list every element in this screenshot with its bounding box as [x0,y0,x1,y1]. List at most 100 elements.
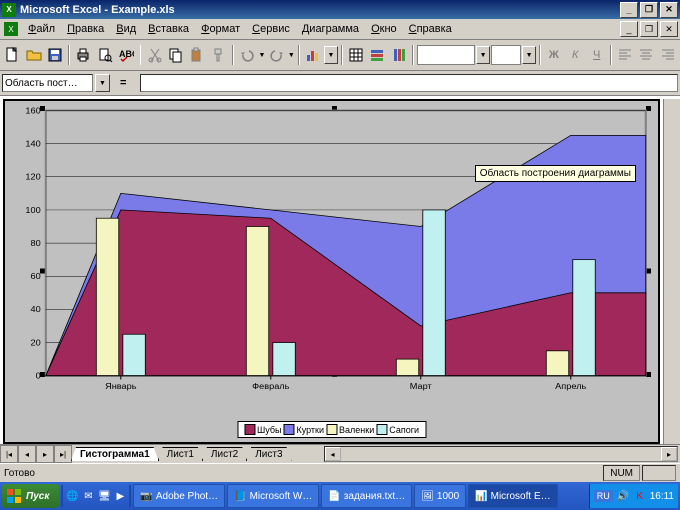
quicklaunch-icon[interactable]: 🌐 [65,489,79,503]
print-button[interactable] [73,44,93,67]
close-button[interactable]: ✕ [660,2,678,18]
name-box[interactable]: Область пост… [2,74,93,92]
italic-button[interactable]: К [565,44,585,67]
tab-nav-first[interactable]: |◂ [0,445,18,463]
status-bar: Готово NUM [0,463,680,482]
tray-icon[interactable]: K [633,489,647,503]
formula-bar: Область пост… ▼ = [0,71,680,96]
sheet-tab-bar: |◂ ◂ ▸ ▸| Гистограмма1 Лист1 Лист2 Лист3… [0,444,680,463]
undo-dropdown[interactable]: ▼ [258,52,265,59]
chart-wizard-button[interactable] [303,44,323,67]
chart-type-dropdown[interactable]: ▼ [324,46,337,64]
by-row-button[interactable] [367,44,387,67]
cut-button[interactable] [144,44,164,67]
data-table-button[interactable] [346,44,366,67]
save-button[interactable] [45,44,65,67]
print-preview-button[interactable] [95,44,115,67]
status-text: Готово [4,468,35,479]
restore-button[interactable]: ❐ [640,2,658,18]
underline-button[interactable]: Ч [586,44,606,67]
menu-tools[interactable]: Сервис [246,21,296,37]
fontsize-dropdown[interactable]: ▼ [522,46,535,64]
status-pane [642,465,676,481]
scroll-left-button[interactable]: ◂ [325,447,341,461]
taskbar: Пуск 🌐 ✉ 🖥 ▶ 📷Adobe Phot… 📘Microsoft W… … [0,482,680,510]
paste-button[interactable] [187,44,207,67]
quicklaunch-icon[interactable]: ✉ [81,489,95,503]
language-indicator[interactable]: RU [594,490,613,502]
menu-chart[interactable]: Диаграмма [296,21,365,37]
tray-icon[interactable]: 🔊 [616,489,630,503]
legend-label: Сапоги [389,425,419,435]
windows-logo-icon [6,488,22,504]
sheet-tab[interactable]: Лист3 [246,447,291,461]
menu-file[interactable]: Файл [22,21,61,37]
doc-minimize-button[interactable]: _ [620,21,638,37]
align-center-button[interactable] [636,44,656,67]
app-title: Microsoft Excel - Example.xls [20,4,618,16]
namebox-dropdown[interactable]: ▼ [95,74,110,92]
new-button[interactable] [2,44,22,67]
redo-dropdown[interactable]: ▼ [288,52,295,59]
quicklaunch-icon[interactable]: 🖥 [97,489,111,503]
formula-equals: = [120,77,126,89]
sheet-tab[interactable]: Лист2 [202,447,247,461]
bold-button[interactable]: Ж [544,44,564,67]
taskbar-item[interactable]: 📘Microsoft W… [227,484,319,508]
by-column-button[interactable] [388,44,408,67]
redo-button[interactable] [266,44,286,67]
menu-view[interactable]: Вид [110,21,142,37]
doc-close-button[interactable]: ✕ [660,21,678,37]
tab-nav-prev[interactable]: ◂ [18,445,36,463]
menu-edit[interactable]: Правка [61,21,110,37]
taskbar-item[interactable]: 📄задания.txt… [321,484,412,508]
font-selector[interactable] [417,45,476,65]
align-right-button[interactable] [658,44,678,67]
svg-text:20: 20 [30,338,40,348]
svg-text:Март: Март [410,381,432,391]
svg-text:120: 120 [25,172,40,182]
formula-input[interactable] [140,74,678,92]
menubar: X Файл Правка Вид Вставка Формат Сервис … [0,19,680,40]
scroll-right-button[interactable]: ▸ [661,447,677,461]
align-left-button[interactable] [615,44,635,67]
svg-text:Январь: Январь [105,381,137,391]
legend-label: Шубы [257,425,281,435]
legend-swatch [283,424,294,435]
legend-swatch [376,424,387,435]
tab-nav-next[interactable]: ▸ [36,445,54,463]
doc-restore-button[interactable]: ❐ [640,21,658,37]
taskbar-item[interactable]: 🖼1000 [414,484,466,508]
sheet-tab-active[interactable]: Гистограмма1 [71,447,159,461]
chart-sheet[interactable]: 020406080100120140160ЯнварьФевральМартАп… [3,99,660,444]
fontsize-selector[interactable] [491,45,522,65]
clock[interactable]: 16:11 [650,491,674,502]
copy-button[interactable] [166,44,186,67]
taskbar-item[interactable]: 📷Adobe Phot… [133,484,225,508]
undo-button[interactable] [237,44,257,67]
chart-legend[interactable]: Шубы Куртки Валенки Сапоги [237,421,426,438]
chart-tooltip: Область построения диаграммы [475,165,636,182]
chart-plot[interactable]: 020406080100120140160ЯнварьФевральМартАп… [5,101,658,442]
vertical-scrollbar[interactable] [663,99,680,444]
workbook-icon[interactable]: X [4,22,18,36]
horizontal-scrollbar[interactable]: ◂ ▸ [324,446,678,462]
minimize-button[interactable]: _ [620,2,638,18]
svg-text:160: 160 [25,106,40,116]
status-num: NUM [603,465,640,481]
tab-nav-last[interactable]: ▸| [54,445,72,463]
start-button[interactable]: Пуск [2,484,59,508]
menu-insert[interactable]: Вставка [142,21,195,37]
svg-text:Февраль: Февраль [252,381,290,391]
menu-format[interactable]: Формат [195,21,246,37]
spellcheck-button[interactable]: ABC [116,44,136,67]
menu-help[interactable]: Справка [403,21,458,37]
svg-text:Апрель: Апрель [555,381,587,391]
sheet-tab[interactable]: Лист1 [158,447,203,461]
taskbar-item-active[interactable]: 📊Microsoft E… [468,484,557,508]
menu-window[interactable]: Окно [365,21,403,37]
open-button[interactable] [23,44,43,67]
quicklaunch-icon[interactable]: ▶ [113,489,127,503]
format-painter-button[interactable] [209,44,229,67]
font-dropdown[interactable]: ▼ [476,46,489,64]
